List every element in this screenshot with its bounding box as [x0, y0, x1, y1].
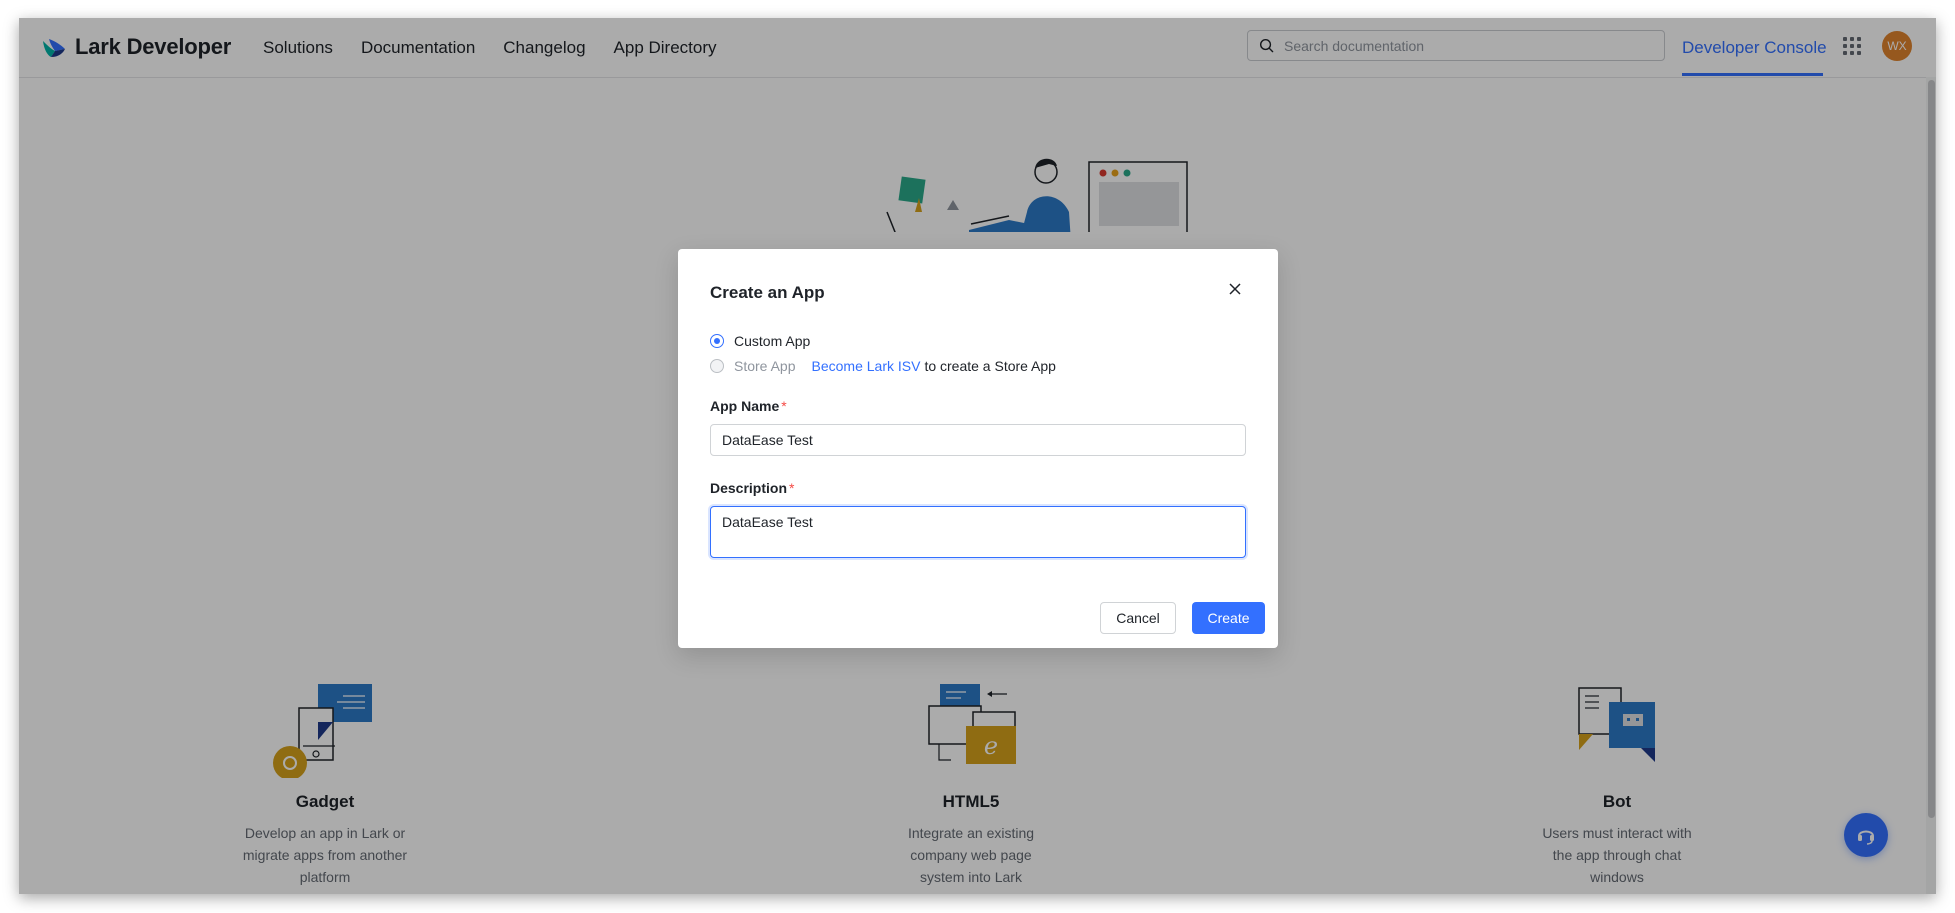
- become-lark-isv-link[interactable]: Become Lark ISV: [812, 358, 921, 374]
- browser-window: Lark Developer Solutions Documentation C…: [19, 18, 1936, 894]
- close-icon[interactable]: [1228, 282, 1242, 296]
- description-label-text: Description: [710, 480, 788, 496]
- custom-app-option[interactable]: Custom App: [710, 333, 810, 349]
- custom-app-radio[interactable]: [710, 334, 724, 348]
- store-app-radio: [710, 359, 724, 373]
- description-label: Description *: [710, 480, 794, 496]
- store-app-label: Store App: [734, 358, 796, 374]
- cancel-button[interactable]: Cancel: [1100, 602, 1176, 634]
- description-textarea[interactable]: DataEase Test: [710, 506, 1246, 558]
- store-app-option: Store App Become Lark ISV to create a St…: [710, 358, 1056, 374]
- create-app-dialog: Create an App Custom App Store App Becom…: [678, 249, 1278, 648]
- app-name-input[interactable]: [710, 424, 1246, 456]
- app-name-label: App Name *: [710, 398, 787, 414]
- app-name-label-text: App Name: [710, 398, 780, 414]
- dialog-title: Create an App: [710, 283, 825, 302]
- custom-app-label: Custom App: [734, 333, 811, 349]
- required-mark: *: [789, 480, 795, 496]
- required-mark: *: [781, 398, 787, 414]
- isv-suffix-text: to create a Store App: [924, 358, 1056, 374]
- create-button[interactable]: Create: [1192, 602, 1265, 634]
